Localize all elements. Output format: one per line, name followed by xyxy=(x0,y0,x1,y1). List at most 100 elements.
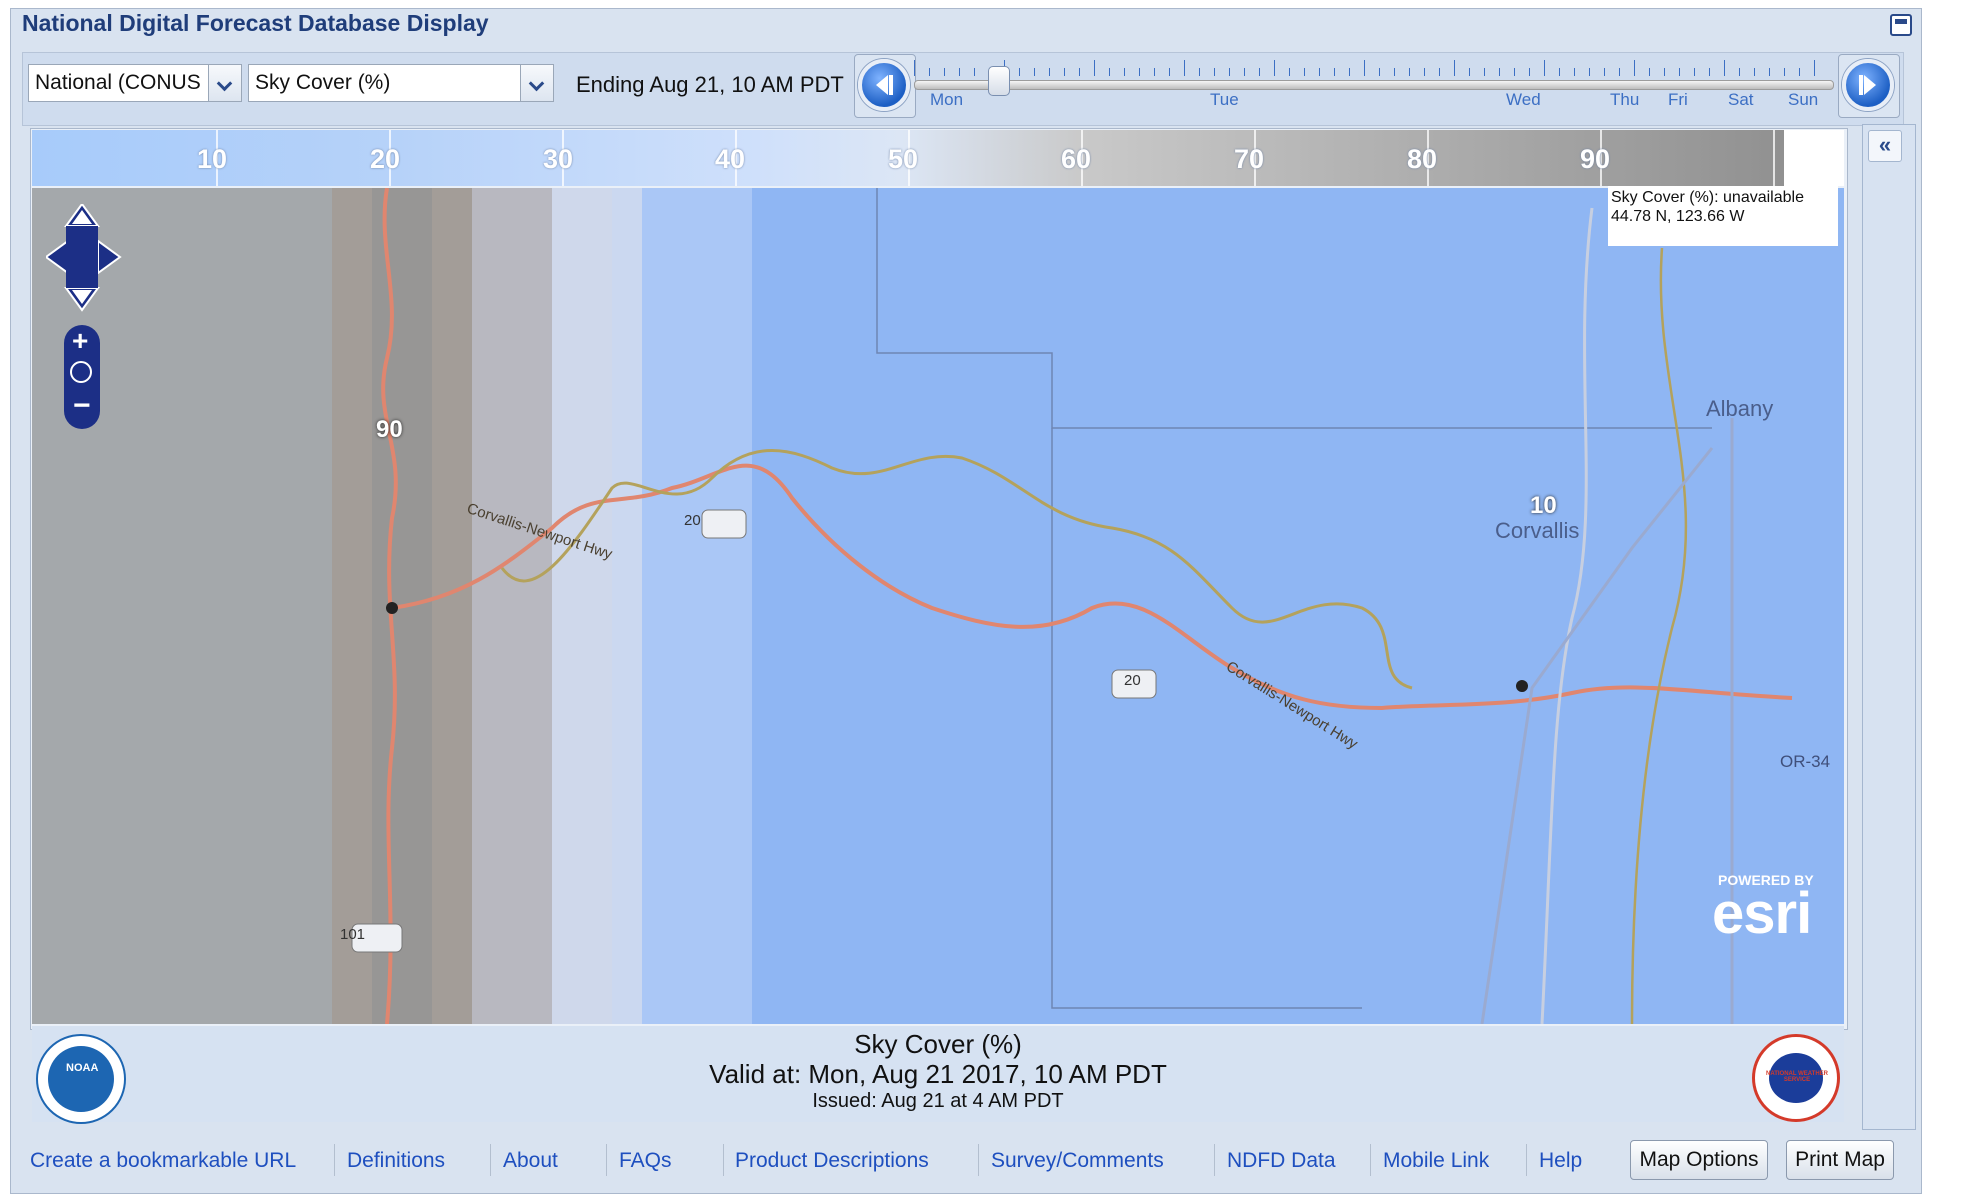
legend-value: 70 xyxy=(1234,144,1265,174)
timeline-tick xyxy=(1169,68,1170,76)
pan-arrows-icon[interactable] xyxy=(44,202,126,314)
link-separator xyxy=(1370,1144,1371,1176)
link-survey-comments[interactable]: Survey/Comments xyxy=(991,1149,1164,1173)
timeline-tick xyxy=(1379,68,1380,76)
legend-value: 10 xyxy=(197,144,228,174)
link-faqs[interactable]: FAQs xyxy=(619,1149,672,1173)
nws-logo: NATIONAL WEATHER SERVICE xyxy=(1752,1034,1840,1122)
timeline-tick xyxy=(1769,68,1770,76)
timeline-tick xyxy=(1049,68,1050,76)
timeline-tick xyxy=(1019,68,1020,76)
timeline-tick xyxy=(1289,68,1290,76)
timeline-tick xyxy=(1304,68,1305,76)
step-forward-button[interactable] xyxy=(1842,59,1894,111)
legend-endcap xyxy=(1784,130,1844,186)
timeline-tick xyxy=(1259,68,1260,76)
minimize-button[interactable] xyxy=(1890,14,1912,36)
timeline-tick xyxy=(1694,68,1695,76)
timeline-tick xyxy=(1559,68,1560,76)
timeline-thumb[interactable] xyxy=(988,66,1010,96)
route-label: 20 xyxy=(1124,672,1141,689)
element-select[interactable]: Sky Cover (%) xyxy=(248,64,554,102)
link-separator xyxy=(978,1144,979,1176)
chevron-down-icon[interactable] xyxy=(520,65,553,101)
route-label: OR-34 xyxy=(1780,752,1831,771)
print-map-button[interactable]: Print Map xyxy=(1786,1140,1894,1180)
pan-control[interactable] xyxy=(44,202,126,319)
timeline-tick xyxy=(1484,68,1485,76)
timeline-tick xyxy=(1199,68,1200,76)
timeline-tick xyxy=(1424,68,1425,76)
timeline-tick xyxy=(1409,68,1410,76)
link-ndfd-data[interactable]: NDFD Data xyxy=(1227,1149,1336,1173)
zoom-in-icon[interactable]: + xyxy=(72,327,88,355)
region-select[interactable]: National (CONUS xyxy=(28,64,242,102)
link-about[interactable]: About xyxy=(503,1149,558,1173)
product-title: Sky Cover (%) xyxy=(854,1029,1022,1059)
link-separator xyxy=(723,1144,724,1176)
day-label-sun: Sun xyxy=(1788,90,1819,109)
link-bookmarkable-url[interactable]: Create a bookmarkable URL xyxy=(30,1149,296,1173)
link-separator xyxy=(334,1144,335,1176)
route-label: 101 xyxy=(340,926,366,943)
timeline-track[interactable] xyxy=(914,80,1834,90)
link-mobile[interactable]: Mobile Link xyxy=(1383,1149,1489,1173)
timeline-tick xyxy=(1589,68,1590,76)
nws-logo-text: NATIONAL WEATHER SERVICE xyxy=(1766,1071,1828,1083)
region-select-value: National (CONUS xyxy=(35,71,201,94)
day-label-wed: Wed xyxy=(1506,90,1541,109)
noaa-logo-inner xyxy=(48,1046,114,1112)
map-options-button[interactable]: Map Options xyxy=(1630,1140,1768,1180)
city-label-corvallis: Corvallis xyxy=(1495,518,1580,543)
timeline-tick xyxy=(1034,68,1035,76)
link-separator xyxy=(1214,1144,1215,1176)
link-help[interactable]: Help xyxy=(1539,1149,1582,1173)
timeline-tick xyxy=(1664,68,1665,76)
legend-value: 90 xyxy=(1580,144,1611,174)
timeline-tick xyxy=(1574,68,1575,76)
timeline-tick xyxy=(1814,60,1815,76)
route-shield xyxy=(701,509,747,539)
step-back-icon xyxy=(876,75,893,95)
timeline-tick xyxy=(1274,60,1275,76)
day-label-thu: Thu xyxy=(1610,90,1640,109)
legend-value: 40 xyxy=(715,144,746,174)
cloud-band-faint xyxy=(642,188,752,1024)
map-canvas[interactable] xyxy=(32,188,1844,1024)
time-slider[interactable]: Mon Tue Wed Thu Fri Sat Sun xyxy=(914,56,1834,112)
timeline-tick xyxy=(1454,60,1455,76)
timeline-tick xyxy=(1499,68,1500,76)
esri-logo: esri xyxy=(1712,881,1812,946)
timeline-tick xyxy=(1439,68,1440,76)
link-definitions[interactable]: Definitions xyxy=(347,1149,445,1173)
globe-icon[interactable] xyxy=(70,361,92,383)
day-label-fri: Fri xyxy=(1668,90,1688,109)
city-label-albany: Albany xyxy=(1706,396,1774,421)
map-graphics xyxy=(32,188,1793,1024)
timeline-tick xyxy=(1739,68,1740,76)
timeline-tick xyxy=(1094,60,1095,76)
timeline-tick xyxy=(1469,68,1470,76)
county-line xyxy=(876,188,1712,429)
timeline-tick xyxy=(1139,68,1140,76)
step-back-button[interactable] xyxy=(858,59,910,111)
timeline-tick xyxy=(1754,68,1755,76)
timeline-tick xyxy=(1709,68,1710,76)
timeline-tick xyxy=(1619,68,1620,76)
timeline-tick xyxy=(1244,68,1245,76)
timeline-tick xyxy=(1544,60,1545,76)
timeline-tick xyxy=(929,68,930,76)
expand-panel-button[interactable]: « xyxy=(1868,130,1902,162)
zoom-control: + − xyxy=(64,325,100,429)
zoom-out-icon[interactable]: − xyxy=(73,391,91,421)
legend-value: 30 xyxy=(543,144,574,174)
double-chevron-left-icon: « xyxy=(1878,132,1892,157)
timeline-tick xyxy=(1079,68,1080,76)
river xyxy=(1630,247,1688,1024)
ending-time-label: Ending Aug 21, 10 AM PDT xyxy=(576,72,844,97)
chevron-down-icon[interactable] xyxy=(208,65,241,101)
link-product-descriptions[interactable]: Product Descriptions xyxy=(735,1149,929,1173)
legend-value: 20 xyxy=(370,144,401,174)
valid-time: Valid at: Mon, Aug 21 2017, 10 AM PDT xyxy=(709,1059,1167,1089)
timeline-tick xyxy=(959,68,960,76)
